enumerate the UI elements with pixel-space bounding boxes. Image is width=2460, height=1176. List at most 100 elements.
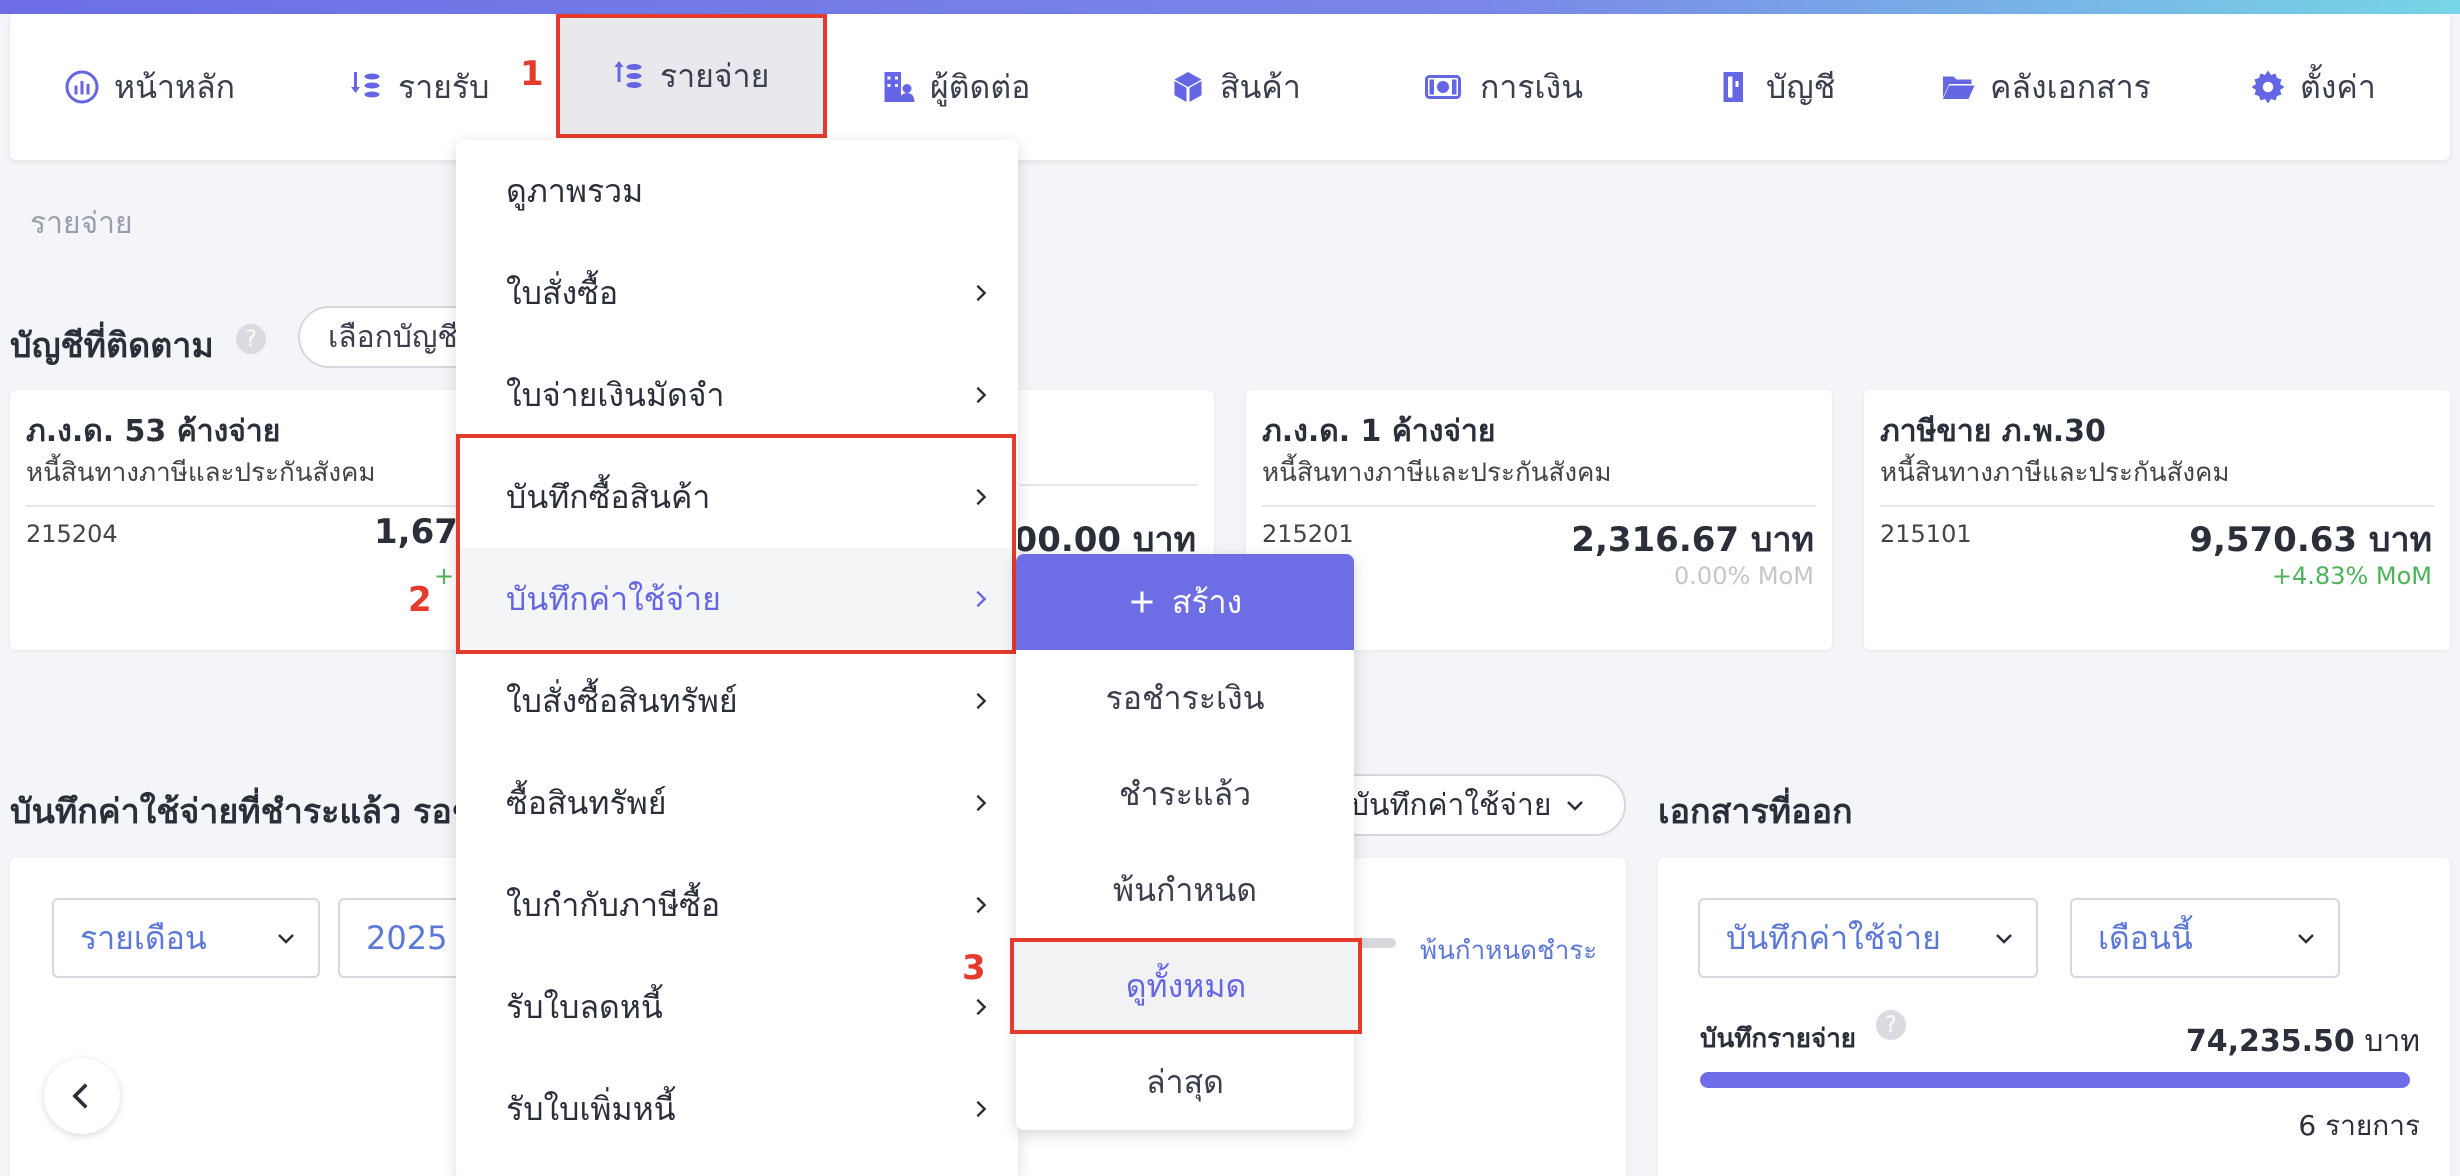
menu-item[interactable]: ใบสั่งซื้อ	[456, 242, 1018, 344]
chevron-left-icon	[72, 1083, 88, 1109]
menu-item[interactable]: ดูภาพรวม	[456, 140, 1018, 242]
issued-docs-title: เอกสารที่ออก	[1658, 792, 1853, 832]
expense-record-progress	[1700, 1072, 2410, 1088]
nav-label: คลังเอกสาร	[1990, 67, 2151, 106]
coins-up-icon	[614, 61, 642, 88]
chevron-right-icon	[976, 488, 987, 506]
submenu-pending[interactable]: รอชำระเงิน	[1016, 650, 1354, 746]
chevron-right-icon	[976, 998, 987, 1016]
menu-item[interactable]: ซื้อสินทรัพย์	[456, 752, 1018, 854]
help-icon[interactable]: ?	[236, 324, 266, 354]
money-icon	[1425, 75, 1461, 99]
menu-item[interactable]: ใบจ่ายเงินมัดจำ	[456, 344, 1018, 446]
chevron-down-icon	[1567, 801, 1584, 811]
period-select-value: รายเดือน	[80, 918, 207, 957]
card-account-code: 215201	[1262, 520, 1354, 548]
tracked-card-vat[interactable]: ภาษีขาย ภ.พ.30 หนี้สินทางภาษีและประกันสั…	[1864, 390, 2450, 650]
doc-period-value: เดือนนี้	[2098, 918, 2193, 957]
create-label: สร้าง	[1171, 582, 1243, 621]
menu-item-label: ใบสั่งซื้อ	[506, 273, 619, 312]
nav-label: หน้าหลัก	[114, 67, 236, 106]
create-button[interactable]: สร้าง	[1016, 554, 1354, 650]
card-subtitle: หนี้สินทางภาษีและประกันสังคม	[1262, 452, 1816, 507]
nav-label: รายจ่าย	[660, 56, 770, 95]
nav-item-expenses[interactable]: รายจ่าย	[556, 14, 828, 138]
card-title: ภาษีขาย ภ.พ.30	[1880, 414, 2106, 449]
menu-item-label: ใบกำกับภาษีซื้อ	[506, 885, 721, 924]
help-icon[interactable]: ?	[1876, 1010, 1906, 1040]
chevron-right-icon	[976, 794, 987, 812]
nav-label: รายรับ	[398, 67, 490, 106]
nav-label: ตั้งค่า	[2300, 67, 2376, 106]
step-number-1: 1	[520, 54, 544, 94]
doc-period-select[interactable]: เดือนนี้	[2070, 898, 2340, 978]
breadcrumb: รายจ่าย	[30, 206, 133, 241]
chevron-right-icon	[976, 386, 987, 404]
expenses-dropdown-menu: ดูภาพรวมใบสั่งซื้อใบจ่ายเงินมัดจำบันทึกซ…	[456, 140, 1018, 1176]
menu-item[interactable]: บันทึกค่าใช้จ่าย	[456, 548, 1018, 650]
card-amount: 2,316.67 บาท	[1571, 520, 1814, 560]
menu-item-label: ซื้อสินทรัพย์	[506, 783, 667, 822]
nav-item-products[interactable]: สินค้า	[1170, 14, 1301, 160]
menu-item-label: ใบสั่งซื้อสินทรัพย์	[506, 681, 738, 720]
menu-item[interactable]: บันทึกซื้อสินค้า	[456, 446, 1018, 548]
progress-fill	[1700, 1072, 2410, 1088]
nav-item-contacts[interactable]: ผู้ติดต่อ	[880, 14, 1030, 160]
expense-record-submenu: สร้าง รอชำระเงิน ชำระแล้ว พ้นกำหนด ดูทั้งหม…	[1010, 554, 1362, 1130]
coins-down-icon	[351, 72, 380, 98]
menu-item[interactable]: รับใบลดหนี้	[456, 956, 1018, 1058]
card-subtitle: หนี้สินทางภาษีและประกันสังคม	[1880, 452, 2434, 507]
submenu-view-all[interactable]: ดูทั้งหมด	[1010, 938, 1362, 1034]
expense-record-unit: บาท	[2364, 1024, 2420, 1059]
gear-icon	[2251, 70, 2285, 104]
nav-item-home[interactable]: หน้าหลัก	[64, 14, 235, 160]
nav-label: ผู้ติดต่อ	[930, 67, 1031, 106]
period-select[interactable]: รายเดือน	[52, 898, 320, 978]
expense-type-dropdown[interactable]: บันทึกค่าใช้จ่าย	[1320, 774, 1626, 836]
card-mom: +4.83% MoM	[2271, 562, 2432, 590]
chevron-down-icon	[1996, 934, 2012, 944]
top-gradient-strip	[0, 0, 2460, 14]
select-account-label: เลือกบัญชี	[328, 319, 458, 355]
chevron-down-icon	[278, 934, 294, 944]
expense-type-label: บันทึกค่าใช้จ่าย	[1350, 787, 1552, 823]
expense-record-label: บันทึกรายจ่าย	[1700, 1024, 1857, 1054]
doc-type-value: บันทึกค่าใช้จ่าย	[1726, 918, 1941, 957]
plus-icon	[1131, 591, 1153, 613]
menu-item-label: ดูภาพรวม	[506, 171, 644, 210]
menu-item[interactable]: ใบสั่งซื้อสินทรัพย์	[456, 650, 1018, 752]
menu-item-label: รับใบเพิ่มหนี้	[506, 1089, 676, 1128]
card-mom: +	[434, 562, 455, 590]
nav-item-accounting[interactable]: บัญชี	[1716, 14, 1835, 160]
nav-item-finance[interactable]: การเงิน	[1420, 14, 1583, 160]
year-select-value: 2025	[366, 919, 448, 957]
prev-button[interactable]	[44, 1058, 120, 1134]
nav-label: การเงิน	[1480, 67, 1583, 106]
submenu-overdue[interactable]: พ้นกำหนด	[1016, 842, 1354, 938]
menu-item-label: ใบจ่ายเงินมัดจำ	[506, 375, 725, 414]
nav-label: สินค้า	[1220, 67, 1301, 106]
nav-item-settings[interactable]: ตั้งค่า	[2250, 14, 2376, 160]
step-number-2: 2	[408, 580, 432, 620]
chevron-right-icon	[976, 1100, 987, 1118]
chevron-down-icon	[2298, 934, 2314, 944]
menu-item[interactable]: รับใบเพิ่มหนี้	[456, 1058, 1018, 1160]
folder-icon	[1943, 76, 1975, 99]
menu-item-label: รับใบลดหนี้	[506, 987, 663, 1026]
card-mom: 0.00% MoM	[1674, 562, 1814, 590]
submenu-paid[interactable]: ชำระแล้ว	[1016, 746, 1354, 842]
overdue-legend-label[interactable]: พ้นกำหนดชำระ	[1420, 930, 1597, 971]
nav-item-documents[interactable]: คลังเอกสาร	[1940, 14, 2151, 160]
card-subtitle	[1020, 450, 1198, 486]
legend-swatch	[1356, 938, 1396, 948]
expense-record-count: 6 รายการ	[2298, 1109, 2420, 1142]
menu-item[interactable]: ใบกำกับภาษีซื้อ	[456, 854, 1018, 956]
box-icon	[1174, 72, 1202, 102]
tracked-accounts-title: บัญชีที่ติดตาม	[10, 326, 214, 366]
main-nav: หน้าหลัก รายรับ 1 รายจ่าย ผู้ติดต่อ สินค…	[10, 14, 2450, 160]
doc-type-select[interactable]: บันทึกค่าใช้จ่าย	[1698, 898, 2038, 978]
nav-item-income[interactable]: รายรับ	[348, 14, 489, 160]
chevron-right-icon	[976, 284, 987, 302]
menu-item-label: บันทึกซื้อสินค้า	[506, 477, 711, 516]
submenu-latest[interactable]: ล่าสุด	[1016, 1034, 1354, 1130]
